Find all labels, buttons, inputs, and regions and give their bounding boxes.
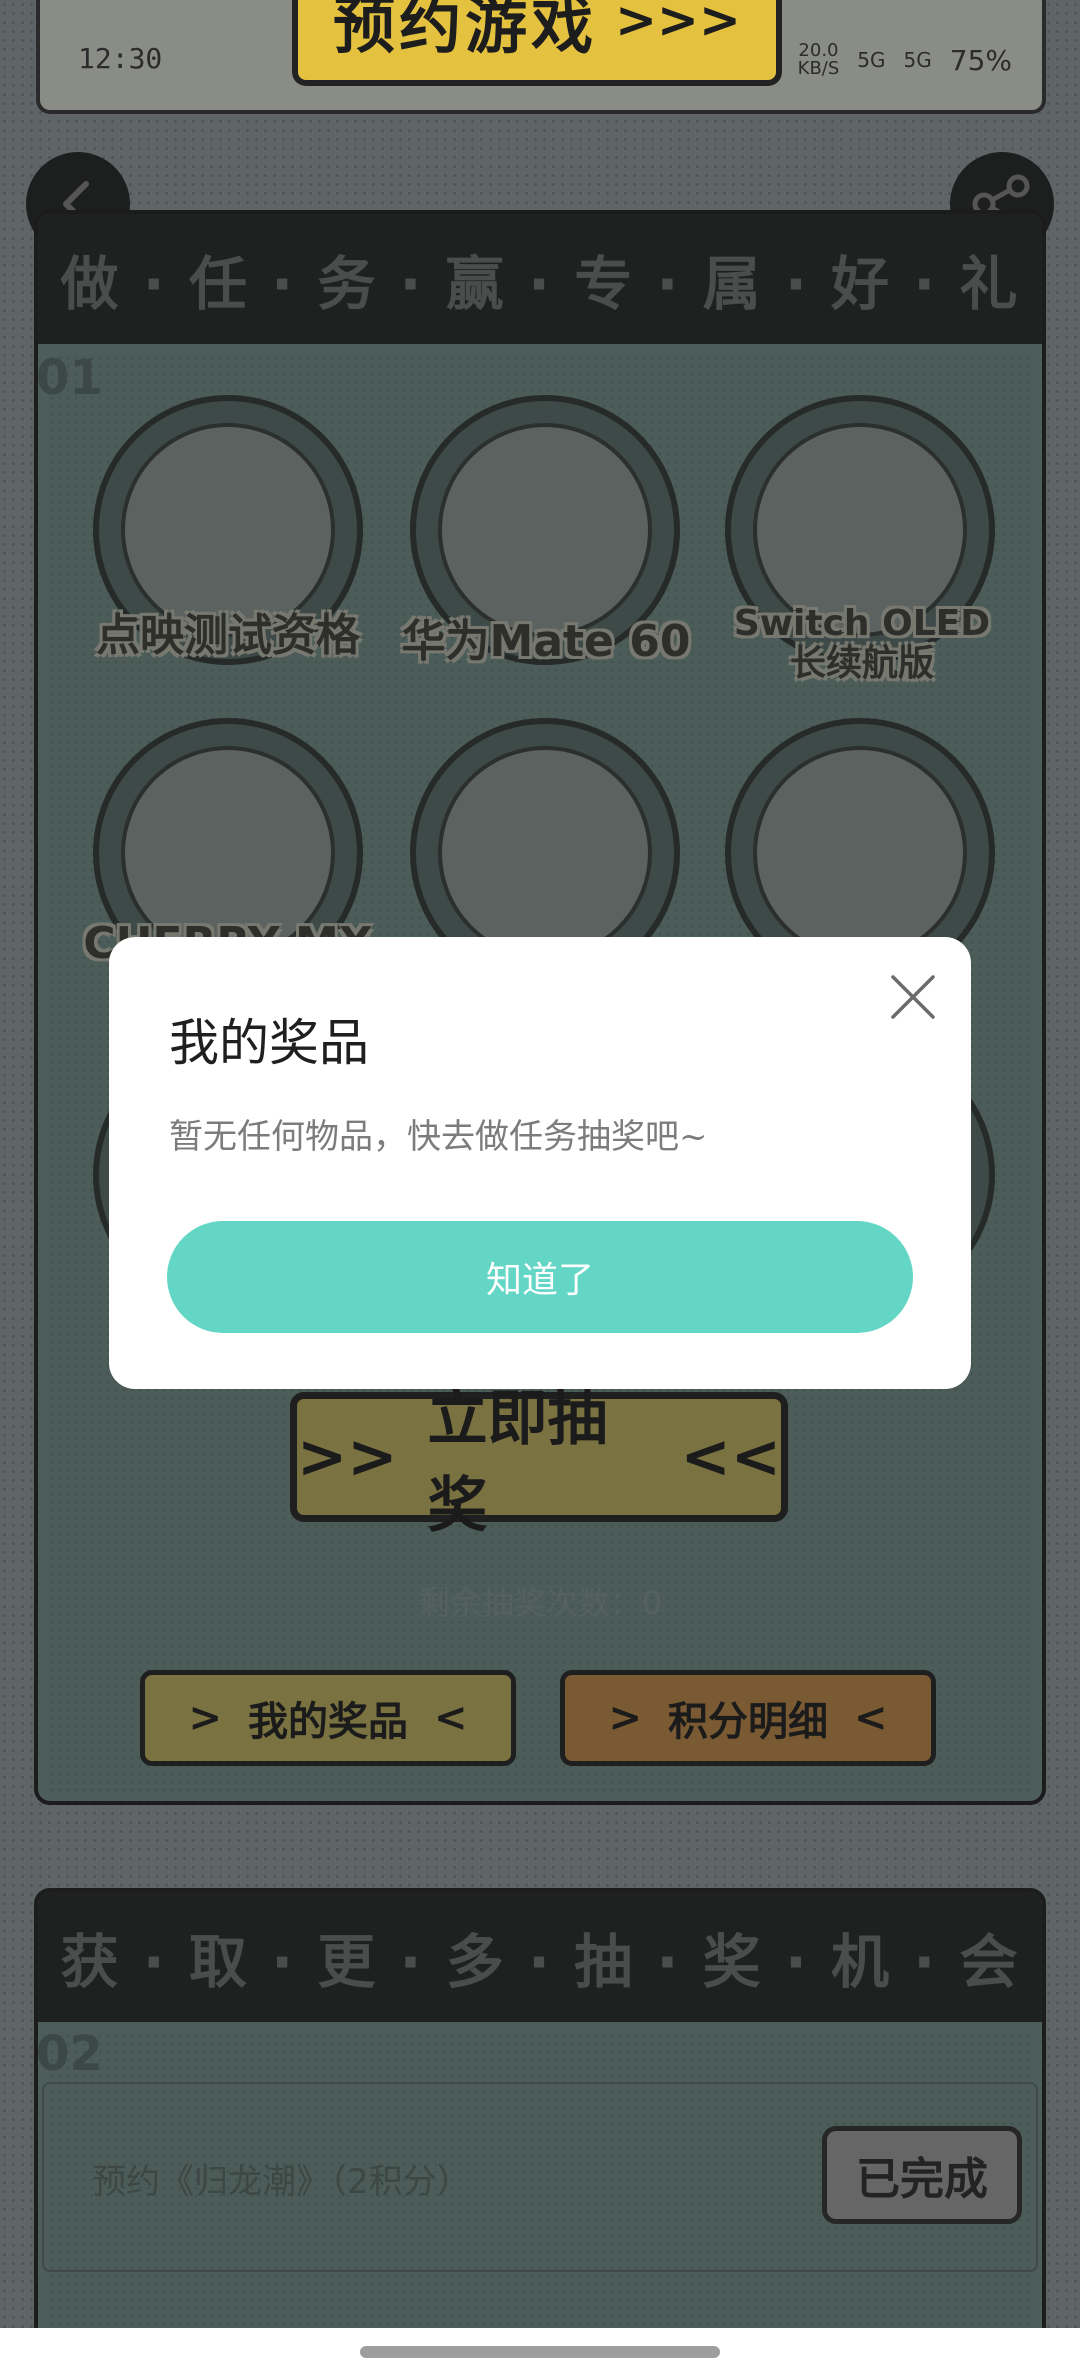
signal-5g-1: 5G [857, 48, 886, 72]
section2-title: 获 · 取 · 更 · 多 · 抽 · 奖 · 机 · 会 [60, 1928, 1020, 1996]
section2-header: 获 · 取 · 更 · 多 · 抽 · 奖 · 机 · 会 [38, 1892, 1042, 2022]
section1-number: 01 [36, 350, 103, 406]
points-detail-button[interactable]: > 积分明细 < [560, 1670, 936, 1766]
my-prizes-dialog: 我的奖品 暂无任何物品，快去做任务抽奖吧~ 知道了 [109, 937, 971, 1389]
prize-image [121, 423, 335, 637]
signal-5g-2: 5G [903, 48, 932, 72]
dialog-title: 我的奖品 [169, 1014, 369, 1072]
prize-label-2: 华为Mate 60 [401, 616, 691, 667]
section1-header: 做 · 任 · 务 · 赢 · 专 · 属 · 好 · 礼 [38, 214, 1042, 344]
task-status-button[interactable]: 已完成 [822, 2126, 1022, 2224]
draw-now-button[interactable]: >> 立即抽奖 << [290, 1384, 788, 1541]
chevron-right-icon: > [608, 1695, 642, 1741]
double-arrow-right-icon: >> [297, 1422, 398, 1492]
double-arrow-left-icon: << [680, 1422, 781, 1492]
net-speed: 20.0 KB/S [798, 42, 840, 78]
status-bar: 12:30 20.0 KB/S 5G 5G 75% [0, 42, 1080, 82]
draw-now-label: 立即抽奖 [427, 1384, 608, 1541]
net-speed-unit: KB/S [797, 58, 840, 79]
chevron-left-icon: < [854, 1695, 888, 1741]
status-time: 12:30 [78, 42, 163, 75]
prize-label-3: Switch OLED 长续航版 [733, 603, 991, 684]
my-prizes-button[interactable]: > 我的奖品 < [140, 1670, 516, 1766]
battery-level: 75% [949, 43, 1012, 77]
status-icons: 20.0 KB/S 5G 5G 75% [798, 42, 1012, 78]
close-icon [891, 975, 935, 1019]
section1-title: 做 · 任 · 务 · 赢 · 专 · 属 · 好 · 礼 [60, 250, 1020, 318]
close-button[interactable] [887, 971, 939, 1023]
dialog-description: 暂无任何物品，快去做任务抽奖吧~ [169, 1117, 708, 1157]
navigation-bar [0, 2328, 1080, 2376]
my-prizes-label: 我的奖品 [248, 1699, 408, 1745]
got-it-button[interactable]: 知道了 [167, 1221, 913, 1333]
points-detail-label: 积分明细 [668, 1699, 828, 1745]
prize-image [438, 746, 652, 960]
task-text: 预约《归龙潮》（2积分） [92, 2162, 471, 2202]
home-indicator[interactable] [360, 2346, 720, 2358]
remaining-draws: 剩余抽奖次数：0 [417, 1584, 663, 1622]
chevron-left-icon: < [434, 1695, 468, 1741]
prize-image [753, 746, 967, 960]
section2-number: 02 [36, 2026, 103, 2082]
prize-label-1: 点映测试资格 [96, 610, 360, 661]
prize-image [438, 423, 652, 637]
chevron-right-icon: > [188, 1695, 222, 1741]
